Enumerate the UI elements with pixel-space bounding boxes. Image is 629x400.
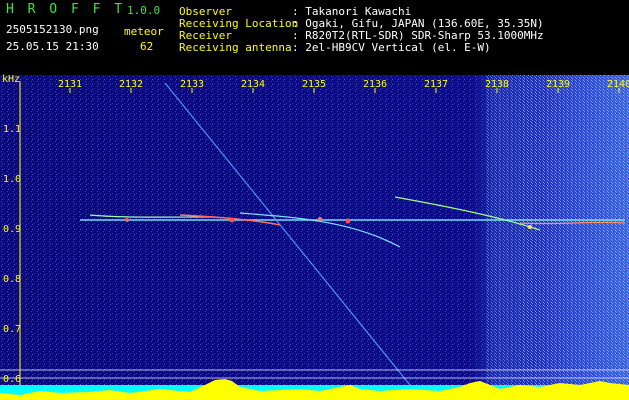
info-label-antenna: Receiving antenna [179, 41, 292, 54]
x-tick-label: 2137 [424, 79, 449, 90]
x-tick-label: 2139 [546, 79, 571, 90]
y-tick-label: 0.9 [3, 224, 22, 235]
app-name: H R O F F T [6, 2, 126, 17]
x-tick-label: 2132 [119, 79, 144, 90]
x-tick-label: 2140 [607, 79, 629, 90]
y-tick-label: 0.7 [3, 324, 22, 335]
y-tick-label: 0.6 [3, 374, 22, 385]
y-axis-unit: kHz [2, 74, 21, 85]
x-tick-label: 2138 [485, 79, 510, 90]
x-tick-label: 2136 [363, 79, 388, 90]
y-tick-label: 0.8 [3, 274, 22, 285]
y-tick-label: 1.1 [3, 124, 22, 135]
info-value-antenna: : 2el-HB9CV Vertical (el. E-W) [292, 41, 491, 54]
datetime: 25.05.15 21:30 [6, 40, 99, 53]
image-filename: 2505152130.png [6, 23, 99, 36]
spectrogram [0, 75, 629, 400]
x-tick-label: 2134 [241, 79, 266, 90]
x-tick-label: 2133 [180, 79, 205, 90]
x-tick-label: 2135 [302, 79, 327, 90]
meteor-label: meteor [124, 25, 164, 38]
header-panel: H R O F F T 1.0.0 2505152130.png meteor … [0, 0, 629, 75]
x-tick-label: 2131 [58, 79, 83, 90]
meteor-count: 62 [140, 40, 154, 53]
y-tick-label: 1.0 [3, 174, 22, 185]
app-version: 1.0.0 [127, 4, 161, 17]
